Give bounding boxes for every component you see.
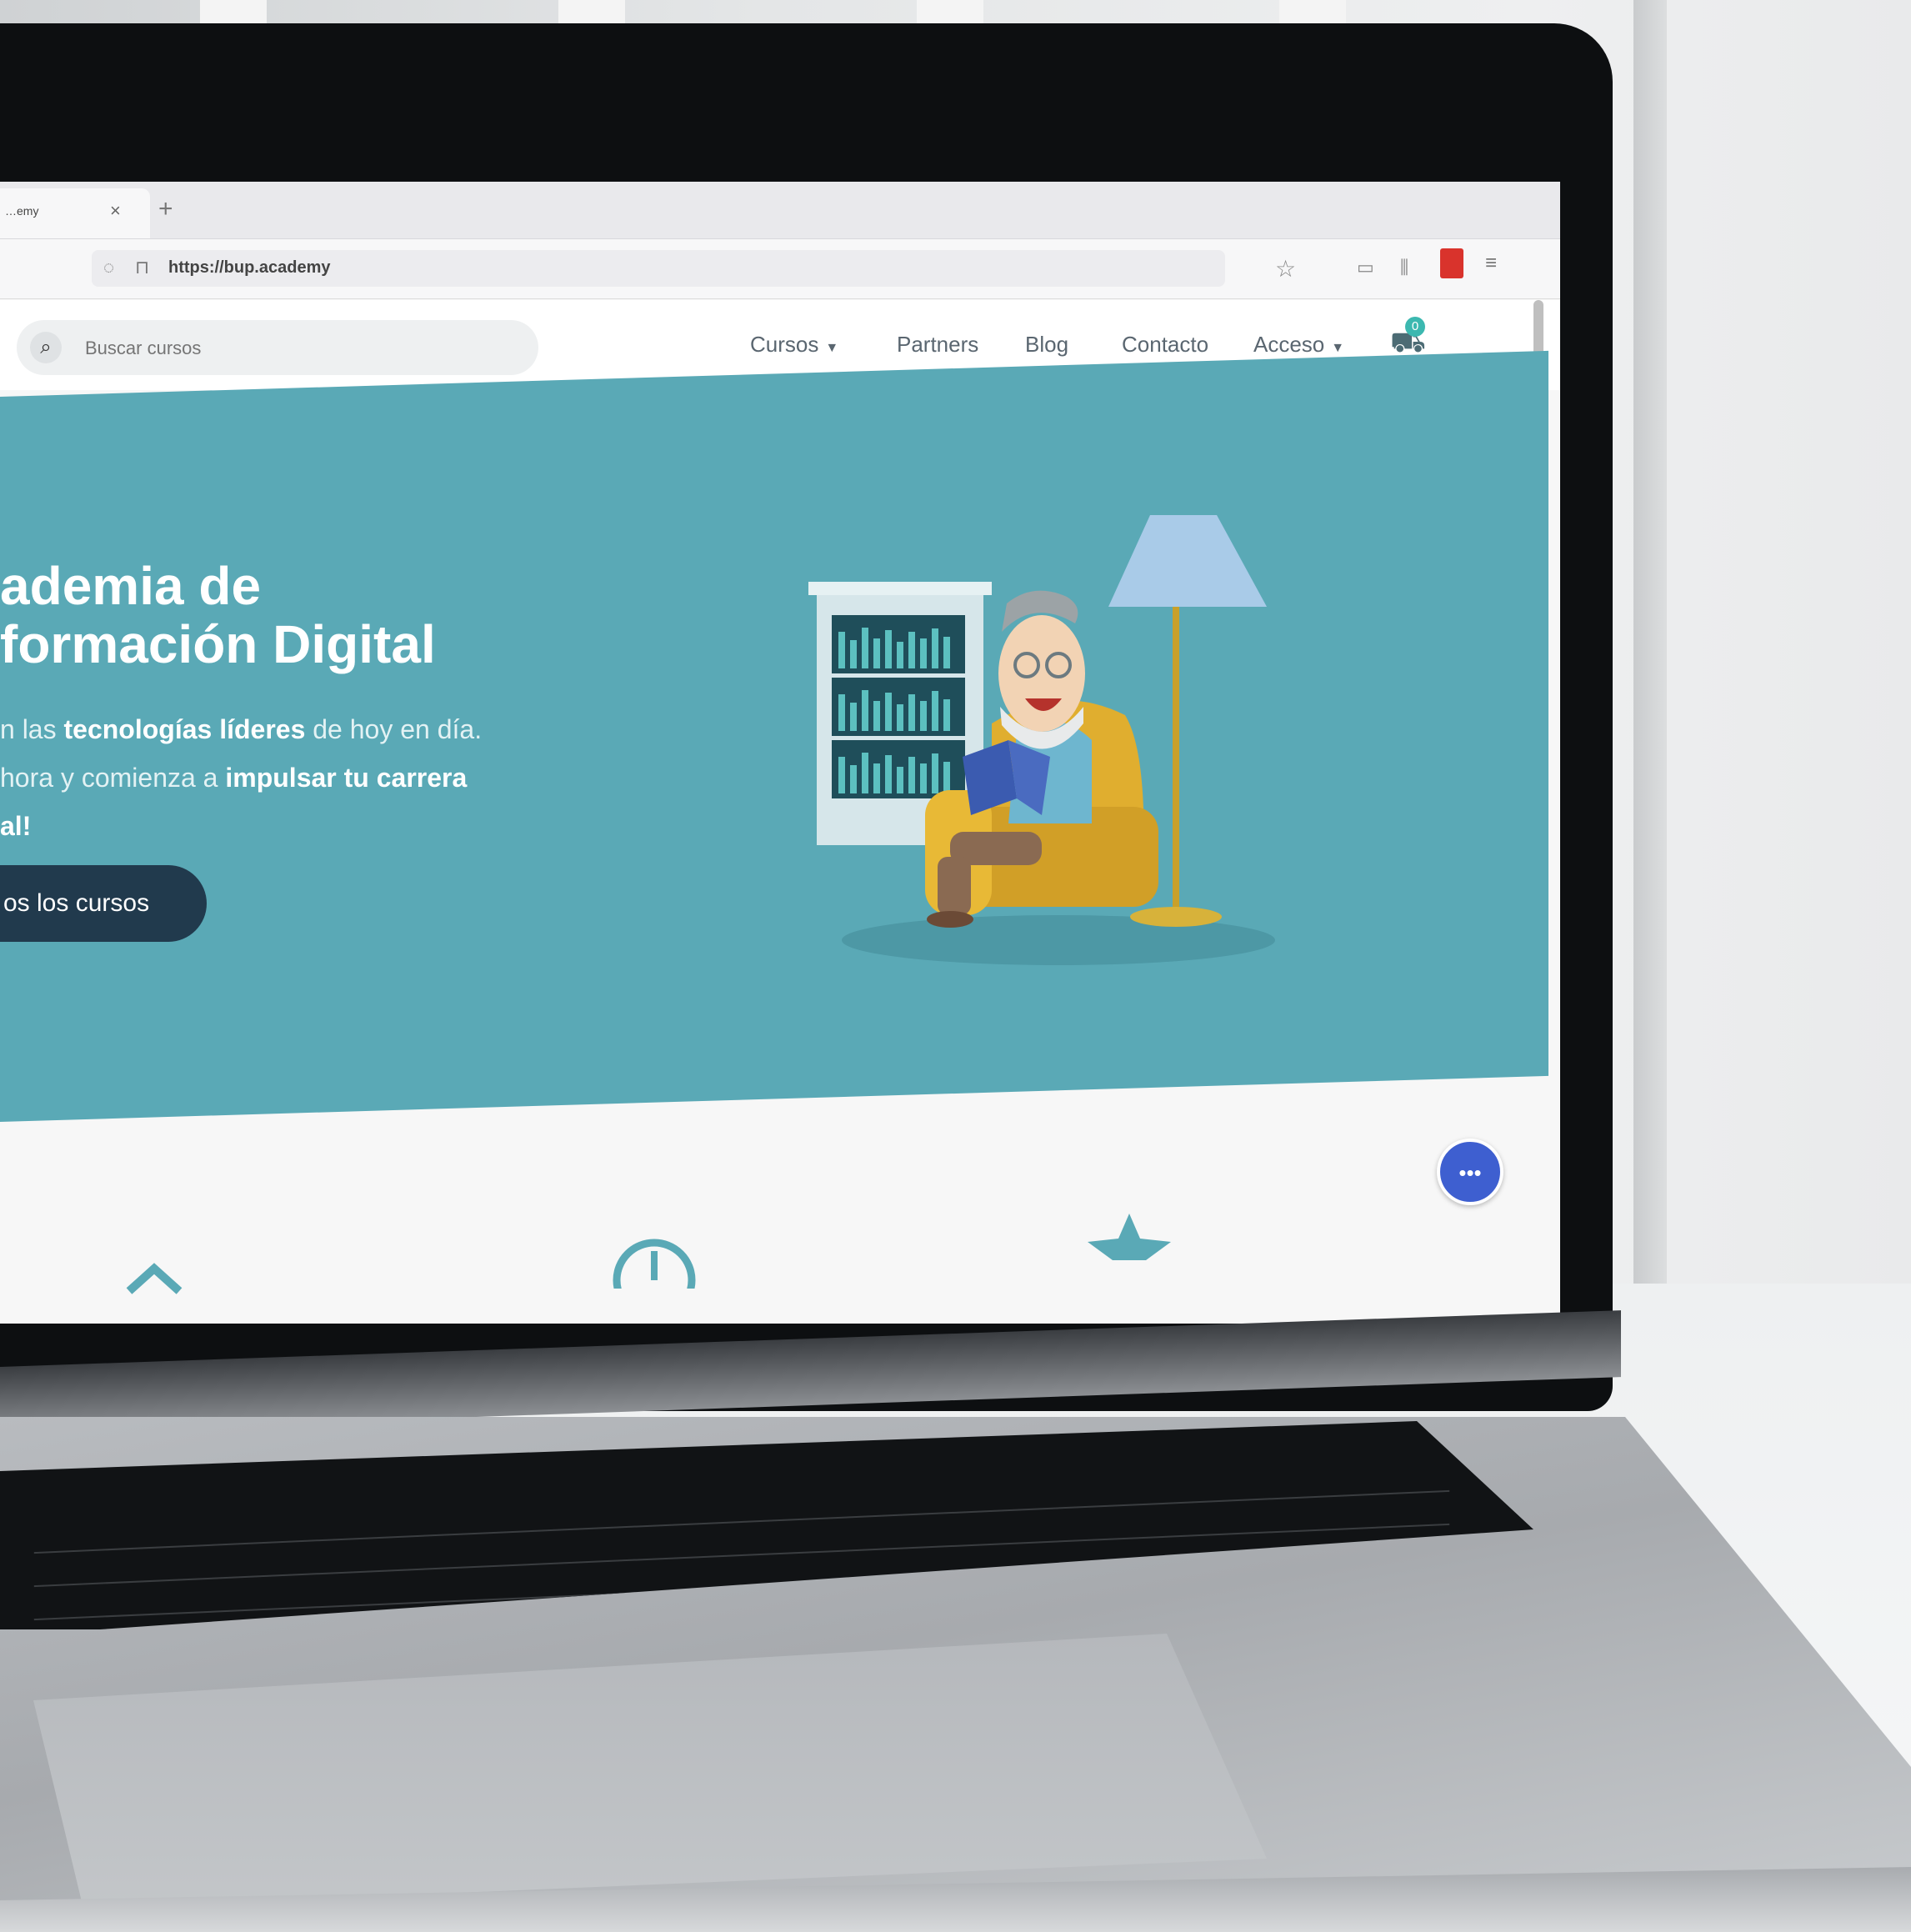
hero-subtitle-line: n las tecnologías líderes de hoy en día. bbox=[0, 705, 482, 753]
text: hora y comienza a bbox=[0, 763, 226, 793]
reading-man-illustration bbox=[808, 515, 1275, 965]
text-bold: impulsar tu carrera bbox=[225, 763, 468, 793]
wall-shadow bbox=[1633, 0, 1667, 1284]
browser-tab-bar: …emy × + bbox=[0, 182, 1560, 239]
nav-item-label: Contacto bbox=[1122, 332, 1209, 357]
search-icon[interactable]: ⌕ bbox=[30, 332, 62, 363]
chat-bubble-icon[interactable]: ••• bbox=[1437, 1139, 1503, 1205]
url-text[interactable]: https://bup.academy bbox=[168, 258, 330, 278]
search-box[interactable]: ⌕ bbox=[17, 320, 538, 375]
laptop-screen: …emy × + ◌ ⊓ https://bup.academy ☆ ▭ ⫼ ≡… bbox=[0, 182, 1560, 1324]
chevron-down-icon: ▼ bbox=[825, 341, 839, 355]
hero-subtitle-line: hora y comienza a impulsar tu carrera bbox=[0, 753, 482, 802]
search-input[interactable] bbox=[83, 333, 520, 363]
key-row bbox=[33, 1489, 1450, 1554]
feature-icon-star bbox=[1088, 1214, 1171, 1260]
browser-tab[interactable]: …emy × bbox=[0, 188, 150, 238]
nav-item-label: Acceso bbox=[1253, 332, 1325, 357]
nav-item-cursos[interactable]: Cursos ▼ bbox=[750, 332, 838, 358]
shield-icon[interactable]: ◌ bbox=[103, 257, 114, 278]
hero-subtitle-line: al! bbox=[0, 802, 482, 850]
nav-item-partners[interactable]: Partners bbox=[897, 332, 978, 358]
extension-icon[interactable] bbox=[1440, 248, 1463, 278]
address-bar[interactable]: ◌ ⊓ https://bup.academy ☆ bbox=[92, 250, 1296, 287]
laptop-lid: …emy × + ◌ ⊓ https://bup.academy ☆ ▭ ⫼ ≡… bbox=[0, 23, 1613, 1411]
library-icon[interactable]: ⫼ bbox=[1400, 257, 1408, 278]
tab-close-icon[interactable]: × bbox=[110, 188, 121, 233]
all-courses-button[interactable]: os los cursos bbox=[0, 865, 207, 942]
cart-count-badge: 0 bbox=[1405, 317, 1425, 337]
hero-subtitle: n las tecnologías líderes de hoy en día.… bbox=[0, 705, 482, 850]
chevron-down-icon: ▼ bbox=[1331, 341, 1345, 355]
pocket-icon[interactable]: ▭ bbox=[1357, 257, 1374, 278]
hero-title-line: formación Digital bbox=[0, 614, 436, 674]
menu-icon[interactable]: ≡ bbox=[1485, 252, 1497, 275]
lock-icon[interactable]: ⊓ bbox=[135, 257, 149, 278]
text-bold: tecnologías líderes bbox=[63, 714, 306, 744]
nav-item-label: Cursos bbox=[750, 332, 819, 357]
nav-item-acceso[interactable]: Acceso ▼ bbox=[1253, 332, 1344, 358]
feature-icon-clock bbox=[613, 1239, 696, 1289]
nav-item-label: Partners bbox=[897, 332, 979, 357]
text: de hoy en día. bbox=[305, 714, 483, 744]
hero-title-line: ademia de bbox=[0, 556, 262, 616]
nav-item-contacto[interactable]: Contacto bbox=[1122, 332, 1208, 358]
nav-item-blog[interactable]: Blog bbox=[1025, 332, 1068, 358]
new-tab-icon[interactable]: + bbox=[158, 195, 173, 223]
text-bold: al! bbox=[0, 811, 32, 841]
hero-title: ademia de formación Digital bbox=[0, 557, 436, 673]
star-icon[interactable]: ☆ bbox=[1275, 255, 1296, 283]
text: n las bbox=[0, 714, 64, 744]
nav-item-label: Blog bbox=[1025, 332, 1069, 357]
browser-toolbar: ◌ ⊓ https://bup.academy ☆ ▭ ⫼ ≡ bbox=[0, 240, 1560, 299]
feature-icon-up bbox=[126, 1263, 183, 1294]
tab-title: …emy bbox=[5, 204, 39, 218]
